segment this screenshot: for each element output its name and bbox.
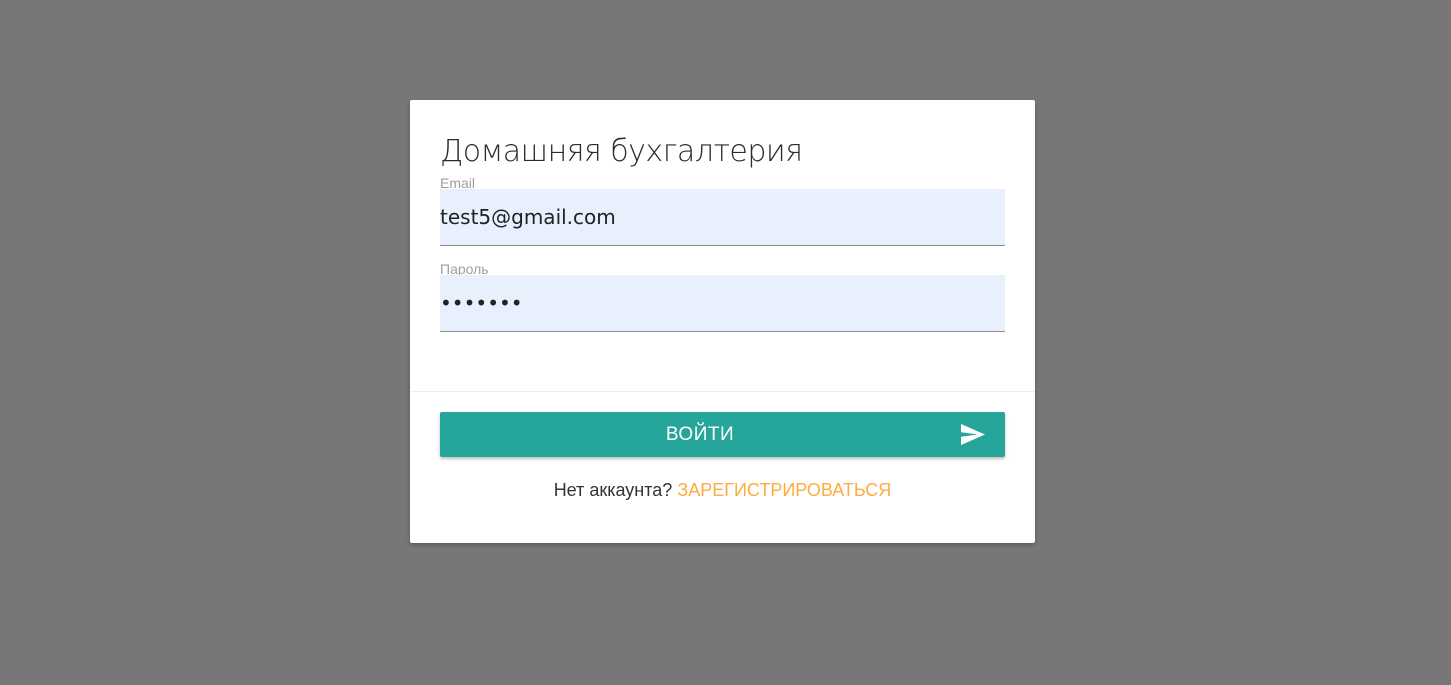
password-field[interactable] (440, 275, 1005, 332)
page-title: Домашняя бухгалтерия (440, 134, 803, 169)
login-button-label: ВОЙТИ (665, 424, 735, 445)
send-icon (961, 424, 985, 445)
register-link[interactable]: ЗАРЕГИСТРИРОВАТЬСЯ (677, 480, 891, 500)
login-card: Домашняя бухгалтерия Email Пароль ВОЙТИ … (410, 100, 1035, 543)
card-divider (410, 391, 1035, 392)
login-button[interactable]: ВОЙТИ (440, 412, 1005, 457)
register-prompt: Нет аккаунта? (553, 480, 673, 500)
email-field[interactable] (440, 189, 1005, 246)
register-row: Нет аккаунта? ЗАРЕГИСТРИРОВАТЬСЯ (410, 480, 1035, 501)
